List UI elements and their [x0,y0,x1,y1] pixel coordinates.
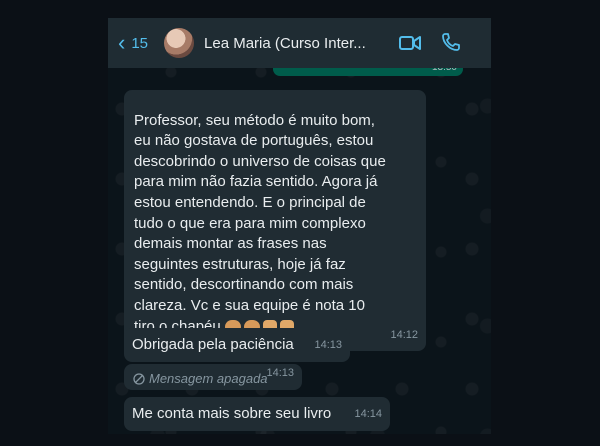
message-text: Me conta mais sobre seu livro [132,405,332,422]
back-arrow-icon[interactable]: ‹ [118,32,125,54]
contact-name[interactable]: Lea Maria (Curso Inter... [204,35,366,52]
message-time: 14:13 [314,339,342,352]
message-time: 14:14 [354,408,382,421]
chat-header: ‹ 15 Lea Maria (Curso Inter... [108,18,491,68]
deleted-message-bubble[interactable]: Mensagem apagada 14:13 [124,364,302,390]
deleted-message-text: Mensagem apagada [149,371,268,386]
phone-call-icon[interactable] [441,32,461,52]
chat-window: ‹ 15 Lea Maria (Curso Inter... 13:50 Pro… [108,18,491,434]
message-text: Professor, seu método é muito bom, eu nã… [134,111,386,335]
message-time: 14:12 [390,328,418,341]
avatar[interactable] [164,28,195,58]
video-call-icon[interactable] [399,35,421,51]
blocked-icon [133,373,145,385]
message-text: Obrigada pela paciência [132,336,294,353]
message-time: 14:13 [266,367,294,380]
unread-count[interactable]: 15 [131,35,148,52]
incoming-message-bubble[interactable]: Obrigada pela paciência 14:13 [124,328,350,362]
incoming-message-bubble[interactable]: Professor, seu método é muito bom, eu nã… [124,90,426,352]
incoming-message-bubble[interactable]: Me conta mais sobre seu livro 14:14 [124,397,390,431]
